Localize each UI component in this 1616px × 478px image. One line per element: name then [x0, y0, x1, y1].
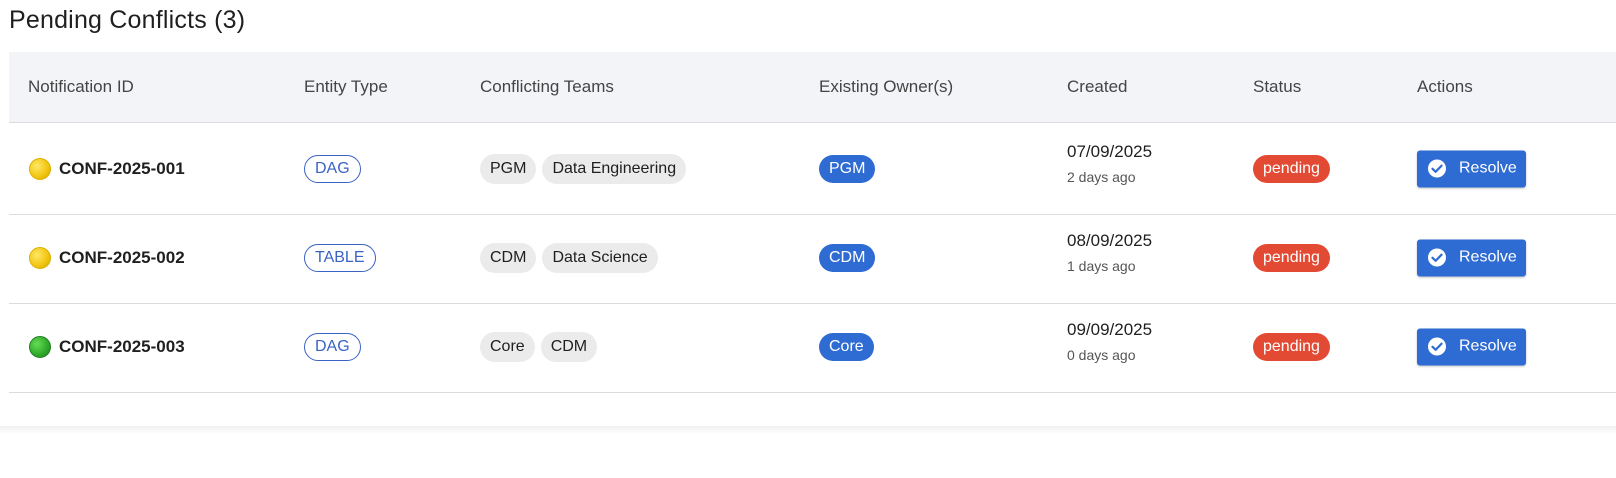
- table-row: CONF-2025-002 TABLE CDM Data Science CDM…: [9, 212, 1616, 304]
- table-header: Notification ID Entity Type Conflicting …: [9, 52, 1616, 123]
- team-chip: Core: [480, 331, 535, 362]
- entity-type-badge: DAG: [304, 332, 361, 361]
- header-entity-type: Entity Type: [304, 77, 388, 96]
- header-created: Created: [1067, 77, 1128, 96]
- created-cell: 07/09/2025 2 days ago: [1067, 142, 1152, 185]
- team-chip: CDM: [540, 331, 598, 362]
- header-status: Status: [1253, 77, 1302, 96]
- status-badge: pending: [1253, 154, 1330, 183]
- notification-id: CONF-2025-002: [59, 247, 185, 267]
- page-title: Pending Conflicts (3): [9, 6, 246, 34]
- card-shadow: [0, 426, 1616, 434]
- team-chip: PGM: [480, 153, 537, 184]
- team-chip: CDM: [480, 242, 537, 273]
- check-circle-icon: [1427, 159, 1447, 179]
- check-circle-icon: [1427, 337, 1447, 357]
- header-conflicting-teams: Conflicting Teams: [480, 77, 614, 96]
- conflicting-teams: Core CDM: [480, 331, 598, 362]
- entity-type-badge: TABLE: [304, 243, 376, 272]
- check-circle-icon: [1427, 248, 1447, 268]
- created-ago: 2 days ago: [1067, 169, 1136, 185]
- resolve-button[interactable]: Resolve: [1417, 239, 1526, 276]
- owner-badge: CDM: [819, 243, 876, 272]
- entity-type-badge: DAG: [304, 154, 361, 183]
- team-chip: Data Engineering: [542, 153, 687, 184]
- notification-id: CONF-2025-001: [59, 158, 185, 178]
- header-notification-id: Notification ID: [28, 77, 134, 96]
- created-ago: 0 days ago: [1067, 347, 1136, 363]
- status-dot-icon: [29, 157, 51, 180]
- status-badge: pending: [1253, 243, 1330, 272]
- created-cell: 08/09/2025 1 days ago: [1067, 231, 1152, 274]
- resolve-button[interactable]: Resolve: [1417, 328, 1526, 365]
- table-row: CONF-2025-003 DAG Core CDM Core 09/09/20…: [9, 301, 1616, 393]
- owner-badge: Core: [819, 332, 874, 361]
- status-badge: pending: [1253, 332, 1330, 361]
- status-dot-icon: [29, 246, 51, 269]
- conflicting-teams: CDM Data Science: [480, 242, 658, 273]
- table-row: CONF-2025-001 DAG PGM Data Engineering P…: [9, 123, 1616, 215]
- header-actions: Actions: [1417, 77, 1473, 96]
- team-chip: Data Science: [542, 242, 658, 273]
- created-cell: 09/09/2025 0 days ago: [1067, 320, 1152, 363]
- resolve-label: Resolve: [1459, 159, 1517, 177]
- resolve-label: Resolve: [1459, 248, 1517, 266]
- status-dot-icon: [29, 335, 51, 358]
- resolve-label: Resolve: [1459, 337, 1517, 355]
- header-existing-owners: Existing Owner(s): [819, 77, 954, 96]
- conflicts-table: Notification ID Entity Type Conflicting …: [9, 52, 1616, 426]
- notification-id: CONF-2025-003: [59, 336, 185, 356]
- resolve-button[interactable]: Resolve: [1417, 150, 1526, 187]
- created-ago: 1 days ago: [1067, 258, 1136, 274]
- created-date: 08/09/2025: [1067, 231, 1153, 250]
- conflicting-teams: PGM Data Engineering: [480, 153, 687, 184]
- created-date: 09/09/2025: [1067, 320, 1153, 339]
- created-date: 07/09/2025: [1067, 142, 1153, 161]
- owner-badge: PGM: [819, 154, 876, 183]
